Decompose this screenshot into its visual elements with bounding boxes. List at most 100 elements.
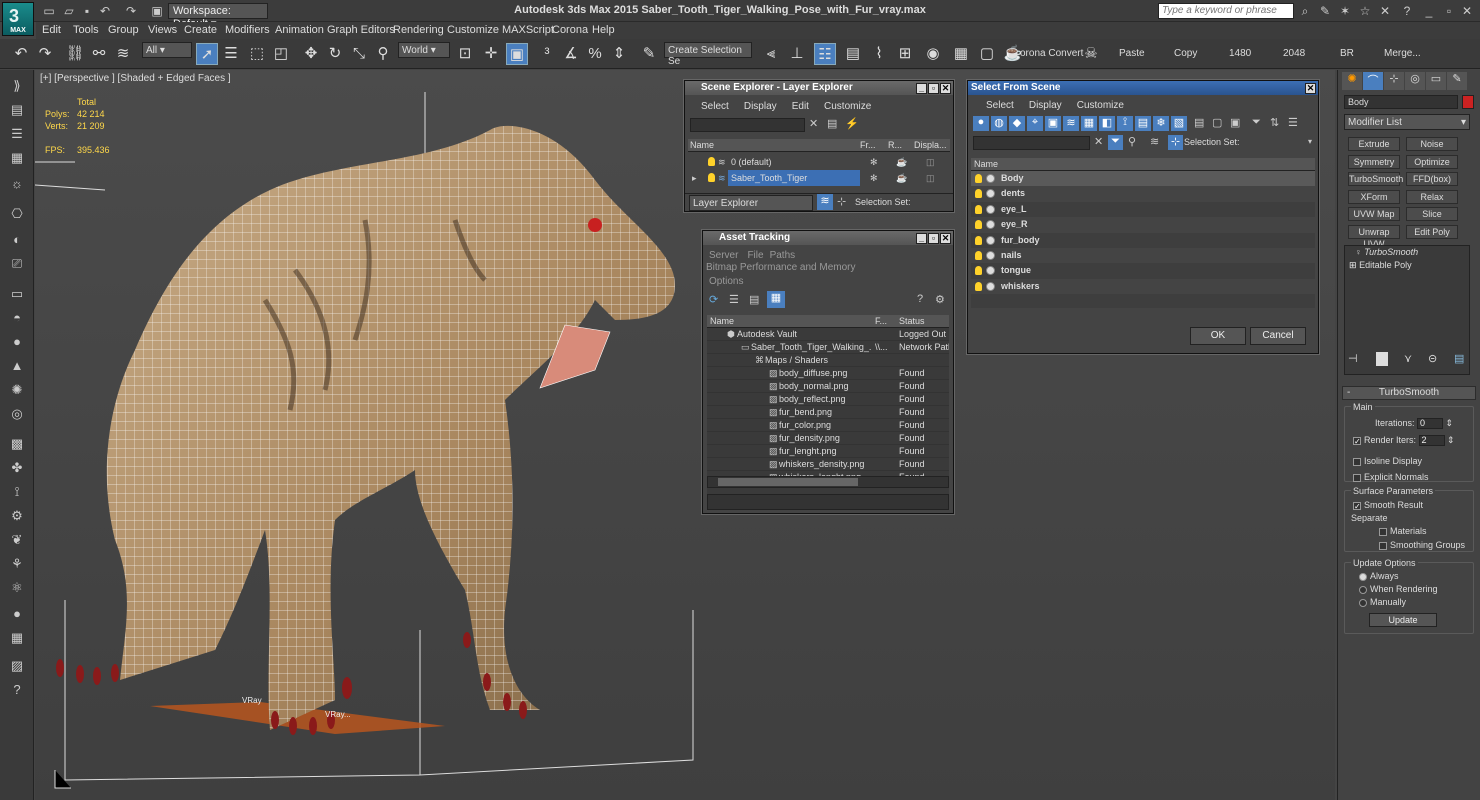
asset-path-field[interactable] [707,494,949,510]
bulb-icon[interactable] [975,235,982,245]
sort-icon[interactable]: ⇅ [1270,116,1279,129]
keyboard-shortcut-icon[interactable]: ▣ [506,43,528,65]
expand-icon[interactable]: ⊞ [1349,260,1357,270]
modifier-button-slice[interactable]: Slice [1406,207,1458,222]
restore-icon[interactable]: ▫ [928,233,939,244]
always-radio[interactable] [1359,572,1367,581]
configure-sets-icon[interactable]: ▤ [1454,352,1464,365]
remove-modifier-icon[interactable]: ⊝ [1428,352,1437,365]
display-icon[interactable]: ◫ [926,154,935,170]
rendered-frame-icon[interactable]: ▢ [976,43,998,65]
torus-icon[interactable]: ◎ [7,404,27,424]
object-row[interactable]: whiskers [971,278,1315,295]
scale-icon[interactable]: ⤡ [348,43,370,65]
object-name-field[interactable]: Body [1344,95,1458,109]
col-render[interactable]: R... [888,139,902,151]
render-iters-checkbox[interactable]: ✓ [1353,436,1361,445]
filter-cameras-icon[interactable]: ⌖ [1027,116,1043,131]
freeze-icon[interactable]: ✻ [870,170,878,186]
help-icon[interactable]: ? [1400,4,1414,18]
array-icon[interactable]: ◐ [7,230,27,250]
bulb-icon[interactable] [975,281,982,291]
schematic-view-icon[interactable]: ⊞ [894,43,916,65]
close-icon[interactable]: ✕ [1460,4,1474,18]
col-name[interactable]: Name [974,159,998,169]
table-view-icon[interactable]: ▦ [767,291,785,308]
select-by-name-icon[interactable]: ☰ [220,43,242,65]
percent-snap-icon[interactable]: % [584,43,606,65]
collapse-icon[interactable]: - [1347,387,1350,399]
options-icon[interactable]: ☰ [1288,116,1298,129]
project-folder-icon[interactable]: ▣ [150,4,164,18]
display-tab-icon[interactable]: ▭ [1426,72,1446,90]
bulb-icon[interactable] [708,157,715,166]
display-invert-icon[interactable]: ▣ [1230,116,1240,129]
asset-row[interactable]: ▨ whiskers_density.png Found [707,458,949,471]
filter-helpers-icon[interactable]: ▣ [1045,116,1061,131]
bulb-icon[interactable] [708,173,715,182]
scene-explorer-titlebar[interactable]: Scene Explorer - Layer Explorer _ ▫ ✕ [685,81,953,95]
bulb-icon[interactable] [975,220,982,230]
freeze-icon[interactable]: ✻ [870,154,878,170]
menu-views[interactable]: Views [148,22,177,38]
bulb-icon[interactable]: ♀ [1355,247,1362,257]
modifier-button-relax[interactable]: Relax [1406,189,1458,204]
menu-group[interactable]: Group [108,22,139,38]
make-unique-icon[interactable]: ⋎ [1404,352,1412,365]
menu-customize[interactable]: Customize [447,22,499,38]
sphere-icon[interactable]: ● [7,332,27,352]
find-icon[interactable]: ⚲ [1128,135,1136,148]
place-icon[interactable]: ⚲ [372,43,394,65]
bulb-icon[interactable] [975,189,982,199]
display-all-icon[interactable]: ▤ [1194,116,1204,129]
cone-icon[interactable]: ▲ [7,356,27,376]
asset-row[interactable]: ▨ fur_bend.png Found [707,406,949,419]
asset-row[interactable]: ▨ body_diffuse.png Found [707,367,949,380]
pin-stack-icon[interactable]: ⊣ [1348,352,1358,365]
menu-edit[interactable]: Edit [792,101,809,112]
redo-button[interactable]: ↷ [34,43,56,65]
filter-bones-icon[interactable]: ⟟ [1117,116,1133,131]
update-button[interactable]: Update [1369,613,1437,627]
hierarchy-tab-icon[interactable]: ⊹ [1384,72,1404,90]
modifier-button-extrude[interactable]: Extrude [1348,137,1400,151]
refresh-icon[interactable]: ⟳ [709,293,718,306]
menu-options[interactable]: Options [709,276,743,287]
menu-select[interactable]: Select [986,100,1014,111]
unlink-icon[interactable]: ⚯ [88,43,110,65]
smooth-result-checkbox[interactable]: ✓ [1353,501,1361,510]
bulb-icon[interactable] [975,250,982,260]
layers-mode-icon[interactable]: ≋ [1150,135,1159,148]
toggle-ribbon-icon[interactable]: ▤ [842,43,864,65]
help-circle-icon[interactable]: ? [7,680,27,700]
asset-row[interactable]: ⌘ Maps / Shaders [707,354,949,367]
merge-button[interactable]: Merge... [1384,48,1421,59]
bind-space-warp-icon[interactable]: ≋ [112,43,134,65]
viewport-label[interactable]: [+] [Perspective ] [Shaded + Edged Faces… [40,73,231,84]
stack-item-turbosmooth[interactable]: ♀ TurboSmooth [1345,246,1469,259]
modify-tab-icon[interactable]: ⌒ [1363,72,1383,90]
restore-icon[interactable]: ▫ [1442,4,1456,18]
asset-tracking-titlebar[interactable]: Asset Tracking _ ▫ ✕ [703,231,953,245]
corona-convert-label[interactable]: orona Convert [1020,48,1083,59]
workspace-dropdown[interactable]: Workspace: Default ▾ [168,3,268,30]
sun-icon[interactable]: ✺ [7,380,27,400]
plant-icon[interactable]: ❦ [7,530,27,550]
menu-file[interactable]: File [747,250,763,261]
col-display[interactable]: Displa... [914,139,947,151]
camera-icon[interactable]: ⎚ [7,254,27,274]
menu-paths[interactable]: Paths [770,250,796,261]
filter-geometry-icon[interactable]: ● [973,116,989,131]
rectangular-selection-icon[interactable]: ⬚ [246,43,268,65]
asset-row[interactable]: ▨ body_reflect.png Found [707,393,949,406]
copy-button[interactable]: Copy [1174,48,1197,59]
filter-xrefs-icon[interactable]: ◧ [1099,116,1115,131]
asset-row[interactable]: ▨ fur_density.png Found [707,432,949,445]
bulb-icon[interactable] [975,266,982,276]
filter-shapes-icon[interactable]: ◍ [991,116,1007,131]
menu-help[interactable]: Help [592,22,615,38]
menu-bitmap-performance[interactable]: Bitmap Performance and Memory [706,262,856,273]
layer-manager-icon[interactable]: ☷ [814,43,836,65]
new-file-icon[interactable]: ▭ [42,4,56,18]
modifier-button-xform[interactable]: XForm [1348,189,1400,204]
